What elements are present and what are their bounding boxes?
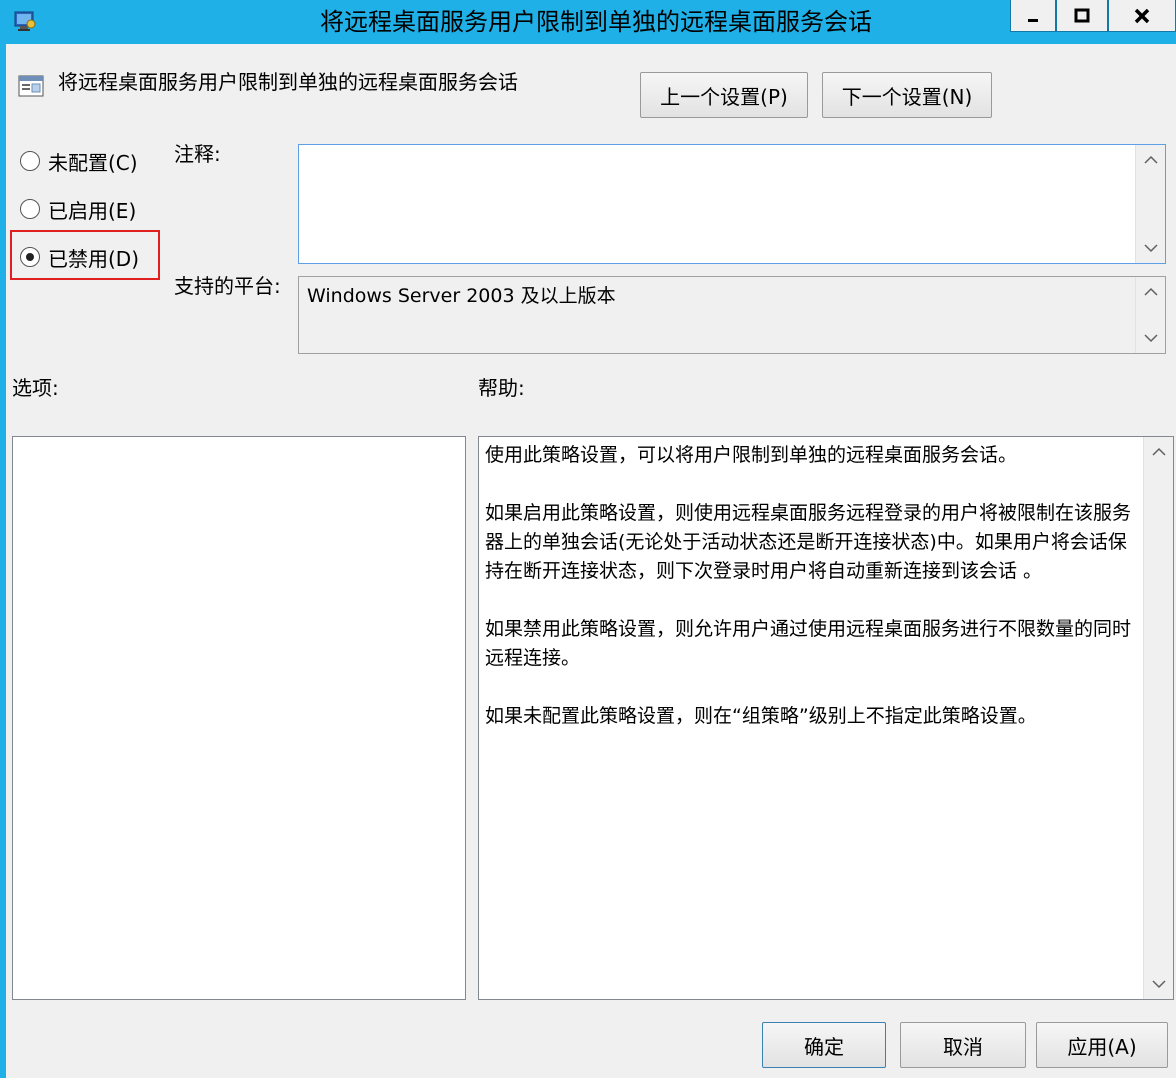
highlight-annotation xyxy=(10,230,160,280)
apply-button[interactable]: 应用(A) xyxy=(1036,1022,1168,1068)
radio-circle xyxy=(20,199,40,219)
minimize-button[interactable] xyxy=(1010,0,1056,32)
scroll-down-icon[interactable] xyxy=(1144,969,1174,999)
help-paragraph: 如果未配置此策略设置，则在“组策略”级别上不指定此策略设置。 xyxy=(485,705,1037,727)
ok-button[interactable]: 确定 xyxy=(762,1022,886,1068)
radio-circle xyxy=(20,151,40,171)
scroll-up-icon[interactable] xyxy=(1136,277,1166,307)
radio-not-configured[interactable]: 未配置(C) xyxy=(20,146,138,176)
comment-scrollbar[interactable] xyxy=(1135,145,1165,263)
title-bar[interactable]: 将远程桌面服务用户限制到单独的远程桌面服务会话 xyxy=(6,0,1176,44)
policy-setting-icon xyxy=(18,74,46,100)
options-panel xyxy=(12,436,466,1000)
scroll-up-icon[interactable] xyxy=(1136,145,1166,175)
platform-field: Windows Server 2003 及以上版本 xyxy=(298,276,1166,354)
scroll-down-icon[interactable] xyxy=(1136,323,1166,353)
platform-label: 支持的平台: xyxy=(174,274,281,298)
help-panel: 使用此策略设置，可以将用户限制到单独的远程桌面服务会话。 如果启用此策略设置，则… xyxy=(478,436,1174,1000)
scroll-down-icon[interactable] xyxy=(1136,233,1166,263)
scroll-up-icon[interactable] xyxy=(1144,437,1174,467)
radio-label: 已启用(E) xyxy=(48,198,137,223)
policy-app-icon xyxy=(12,8,38,34)
radio-enabled[interactable]: 已启用(E) xyxy=(20,194,136,224)
comment-label: 注释: xyxy=(174,142,221,166)
radio-label: 未配置(C) xyxy=(48,150,138,175)
cancel-button[interactable]: 取消 xyxy=(900,1022,1026,1068)
close-icon xyxy=(1134,8,1150,23)
comment-textarea[interactable] xyxy=(298,144,1166,264)
setting-name: 将远程桌面服务用户限制到单独的远程桌面服务会话 xyxy=(58,70,518,94)
close-button[interactable] xyxy=(1108,0,1176,32)
help-scrollbar[interactable] xyxy=(1143,437,1173,999)
maximize-icon xyxy=(1074,8,1090,22)
platform-value: Windows Server 2003 及以上版本 xyxy=(307,285,616,307)
help-paragraph: 如果启用此策略设置，则使用远程桌面服务远程登录的用户将被限制在该服务器上的单独会… xyxy=(485,502,1132,582)
help-label: 帮助: xyxy=(478,376,525,400)
help-paragraph: 如果禁用此策略设置，则允许用户通过使用远程桌面服务进行不限数量的同时远程连接。 xyxy=(485,618,1132,669)
policy-dialog-window: 将远程桌面服务用户限制到单独的远程桌面服务会话 将远程桌面服务用户限制到单独的远… xyxy=(0,0,1176,1078)
platform-scrollbar[interactable] xyxy=(1135,277,1165,353)
options-label: 选项: xyxy=(12,376,59,400)
window-title: 将远程桌面服务用户限制到单独的远程桌面服务会话 xyxy=(320,8,872,36)
prev-setting-button[interactable]: 上一个设置(P) xyxy=(640,72,808,118)
next-setting-button[interactable]: 下一个设置(N) xyxy=(822,72,992,118)
maximize-button[interactable] xyxy=(1056,0,1108,32)
help-text: 使用此策略设置，可以将用户限制到单独的远程桌面服务会话。 如果启用此策略设置，则… xyxy=(485,441,1141,760)
help-paragraph: 使用此策略设置，可以将用户限制到单独的远程桌面服务会话。 xyxy=(485,444,1018,466)
minimize-icon xyxy=(1028,18,1038,22)
